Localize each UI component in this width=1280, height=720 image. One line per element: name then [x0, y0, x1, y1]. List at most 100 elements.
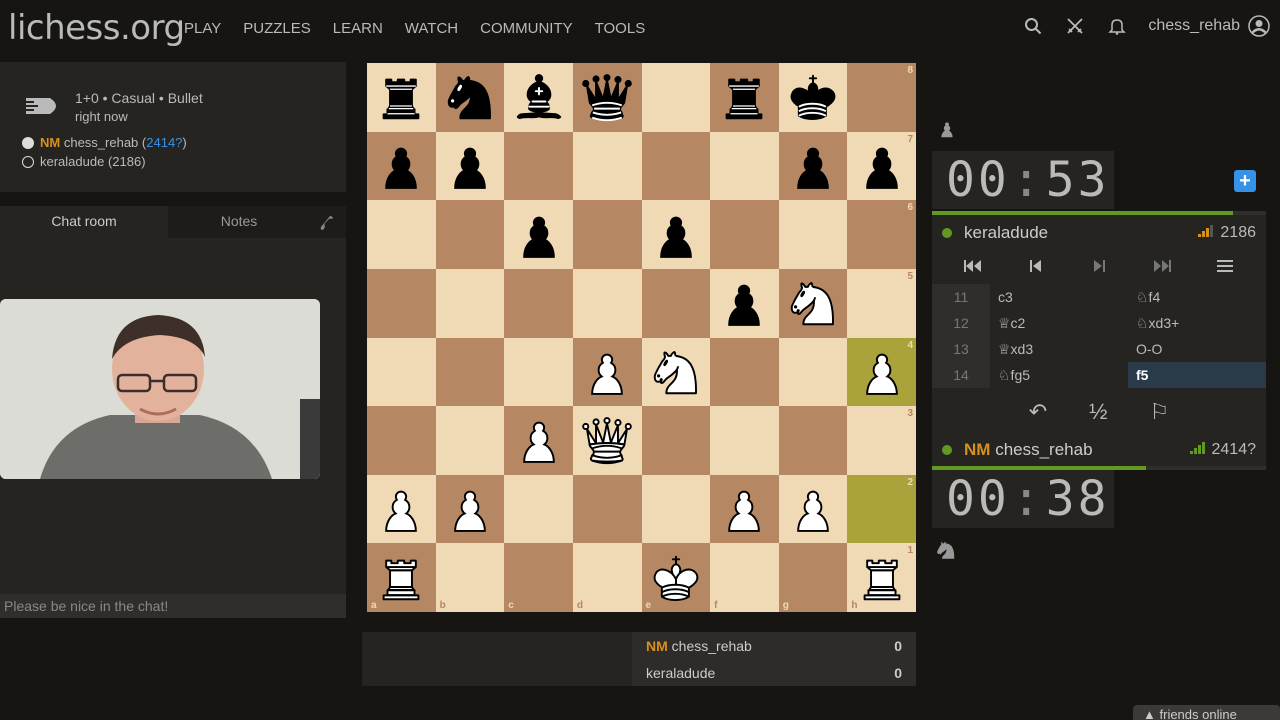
- square-a6[interactable]: [367, 200, 436, 269]
- chat-input[interactable]: Please be nice in the chat!: [0, 594, 346, 618]
- square-d8[interactable]: [572, 63, 642, 132]
- square-e3[interactable]: [641, 406, 711, 475]
- move-black[interactable]: O-O: [1128, 336, 1266, 362]
- square-g3[interactable]: [778, 406, 848, 475]
- square-h7[interactable]: 7: [847, 131, 916, 201]
- square-g4[interactable]: [778, 337, 848, 407]
- nav-puzzles[interactable]: PUZZLES: [243, 20, 311, 37]
- square-e1[interactable]: e: [641, 543, 711, 612]
- square-d1[interactable]: d: [572, 543, 642, 612]
- square-d4[interactable]: [572, 337, 642, 407]
- white-pawn-piece[interactable]: [372, 480, 430, 538]
- black-rook-piece[interactable]: [372, 68, 430, 126]
- square-b5[interactable]: [435, 268, 505, 338]
- friends-online-button[interactable]: ▲ friends online: [1133, 705, 1280, 720]
- square-d3[interactable]: [572, 406, 642, 475]
- square-h2[interactable]: 2: [847, 474, 916, 544]
- crosstable-row[interactable]: NM chess_rehab 0: [632, 632, 916, 659]
- move-white[interactable]: ♕c2: [990, 310, 1128, 336]
- move-white[interactable]: c3: [990, 284, 1128, 310]
- white-knight-piece[interactable]: [647, 343, 705, 401]
- square-d5[interactable]: [572, 268, 642, 338]
- white-rook-piece[interactable]: [853, 549, 911, 607]
- square-e4[interactable]: [641, 337, 711, 407]
- square-f5[interactable]: [710, 268, 779, 338]
- swords-icon[interactable]: [1064, 15, 1086, 37]
- tab-notes[interactable]: Notes: [168, 206, 310, 238]
- menu-icon[interactable]: [1205, 259, 1245, 278]
- takeback-button[interactable]: ↶: [1029, 399, 1047, 425]
- nav-play[interactable]: PLAY: [184, 20, 221, 37]
- black-pawn-piece[interactable]: [715, 274, 773, 332]
- square-e6[interactable]: [641, 200, 711, 269]
- square-a5[interactable]: [367, 268, 436, 338]
- nav-tools[interactable]: TOOLS: [595, 20, 646, 37]
- add-time-button[interactable]: +: [1234, 170, 1256, 192]
- move-black[interactable]: ♘f4: [1128, 284, 1266, 310]
- resign-flag-button[interactable]: ⚐: [1150, 399, 1170, 425]
- square-g5[interactable]: [778, 268, 848, 338]
- white-pawn-piece[interactable]: [510, 411, 568, 469]
- square-h3[interactable]: 3: [847, 406, 916, 475]
- first-move-button[interactable]: [953, 259, 993, 278]
- black-pawn-piece[interactable]: [853, 137, 911, 195]
- square-a7[interactable]: [367, 131, 436, 201]
- square-e5[interactable]: [641, 268, 711, 338]
- square-f3[interactable]: [710, 406, 779, 475]
- square-f8[interactable]: [710, 63, 779, 132]
- user-icon[interactable]: [1248, 15, 1270, 37]
- white-pawn-piece[interactable]: [578, 343, 636, 401]
- square-g8[interactable]: [778, 63, 848, 132]
- prev-move-button[interactable]: [1016, 259, 1056, 278]
- square-g1[interactable]: g: [778, 543, 848, 612]
- self-user[interactable]: NM chess_rehab 2414?: [932, 432, 1266, 468]
- black-king-piece[interactable]: [784, 68, 842, 126]
- move-white[interactable]: ♕xd3: [990, 336, 1128, 362]
- move-white[interactable]: ♘fg5: [990, 362, 1128, 388]
- white-pawn-piece[interactable]: [715, 480, 773, 538]
- square-a1[interactable]: a: [367, 543, 436, 612]
- square-f1[interactable]: f: [710, 543, 779, 612]
- white-pawn-piece[interactable]: [441, 480, 499, 538]
- square-c3[interactable]: [504, 406, 573, 475]
- bell-icon[interactable]: [1106, 15, 1128, 37]
- black-bishop-piece[interactable]: [510, 68, 568, 126]
- site-logo[interactable]: lichess.org: [8, 8, 185, 48]
- white-pawn-piece[interactable]: [853, 343, 911, 401]
- nav-watch[interactable]: WATCH: [405, 20, 458, 37]
- square-b1[interactable]: b: [435, 543, 505, 612]
- phone-icon[interactable]: [318, 214, 336, 237]
- nav-community[interactable]: COMMUNITY: [480, 20, 573, 37]
- black-rook-piece[interactable]: [715, 68, 773, 126]
- tab-chat-room[interactable]: Chat room: [0, 206, 168, 238]
- next-move-button[interactable]: [1079, 259, 1119, 278]
- square-c7[interactable]: [504, 131, 573, 201]
- black-pawn-piece[interactable]: [510, 206, 568, 264]
- draw-offer-button[interactable]: ½: [1089, 399, 1107, 425]
- nav-learn[interactable]: LEARN: [333, 20, 383, 37]
- square-d2[interactable]: [572, 474, 642, 544]
- white-rook-piece[interactable]: [372, 549, 430, 607]
- move-black-current[interactable]: f5: [1128, 362, 1266, 388]
- square-e8[interactable]: [641, 63, 711, 132]
- white-pawn-piece[interactable]: [784, 480, 842, 538]
- last-move-button[interactable]: [1142, 259, 1182, 278]
- square-h4[interactable]: 4: [847, 337, 916, 407]
- white-player[interactable]: NM chess_rehab (2414?): [22, 135, 187, 150]
- square-f7[interactable]: [710, 131, 779, 201]
- chess-board[interactable]: 8765432abcdefg1h: [367, 63, 916, 612]
- square-e7[interactable]: [641, 131, 711, 201]
- square-d6[interactable]: [572, 200, 642, 269]
- square-a4[interactable]: [367, 337, 436, 407]
- square-c5[interactable]: [504, 268, 573, 338]
- square-e2[interactable]: [641, 474, 711, 544]
- search-icon[interactable]: [1022, 15, 1044, 37]
- square-f6[interactable]: [710, 200, 779, 269]
- username-link[interactable]: chess_rehab: [1148, 17, 1240, 35]
- square-h5[interactable]: 5: [847, 268, 916, 338]
- white-queen-piece[interactable]: [578, 411, 636, 469]
- black-knight-piece[interactable]: [441, 68, 499, 126]
- square-b2[interactable]: [435, 474, 505, 544]
- square-c6[interactable]: [504, 200, 573, 269]
- white-king-piece[interactable]: [647, 549, 705, 607]
